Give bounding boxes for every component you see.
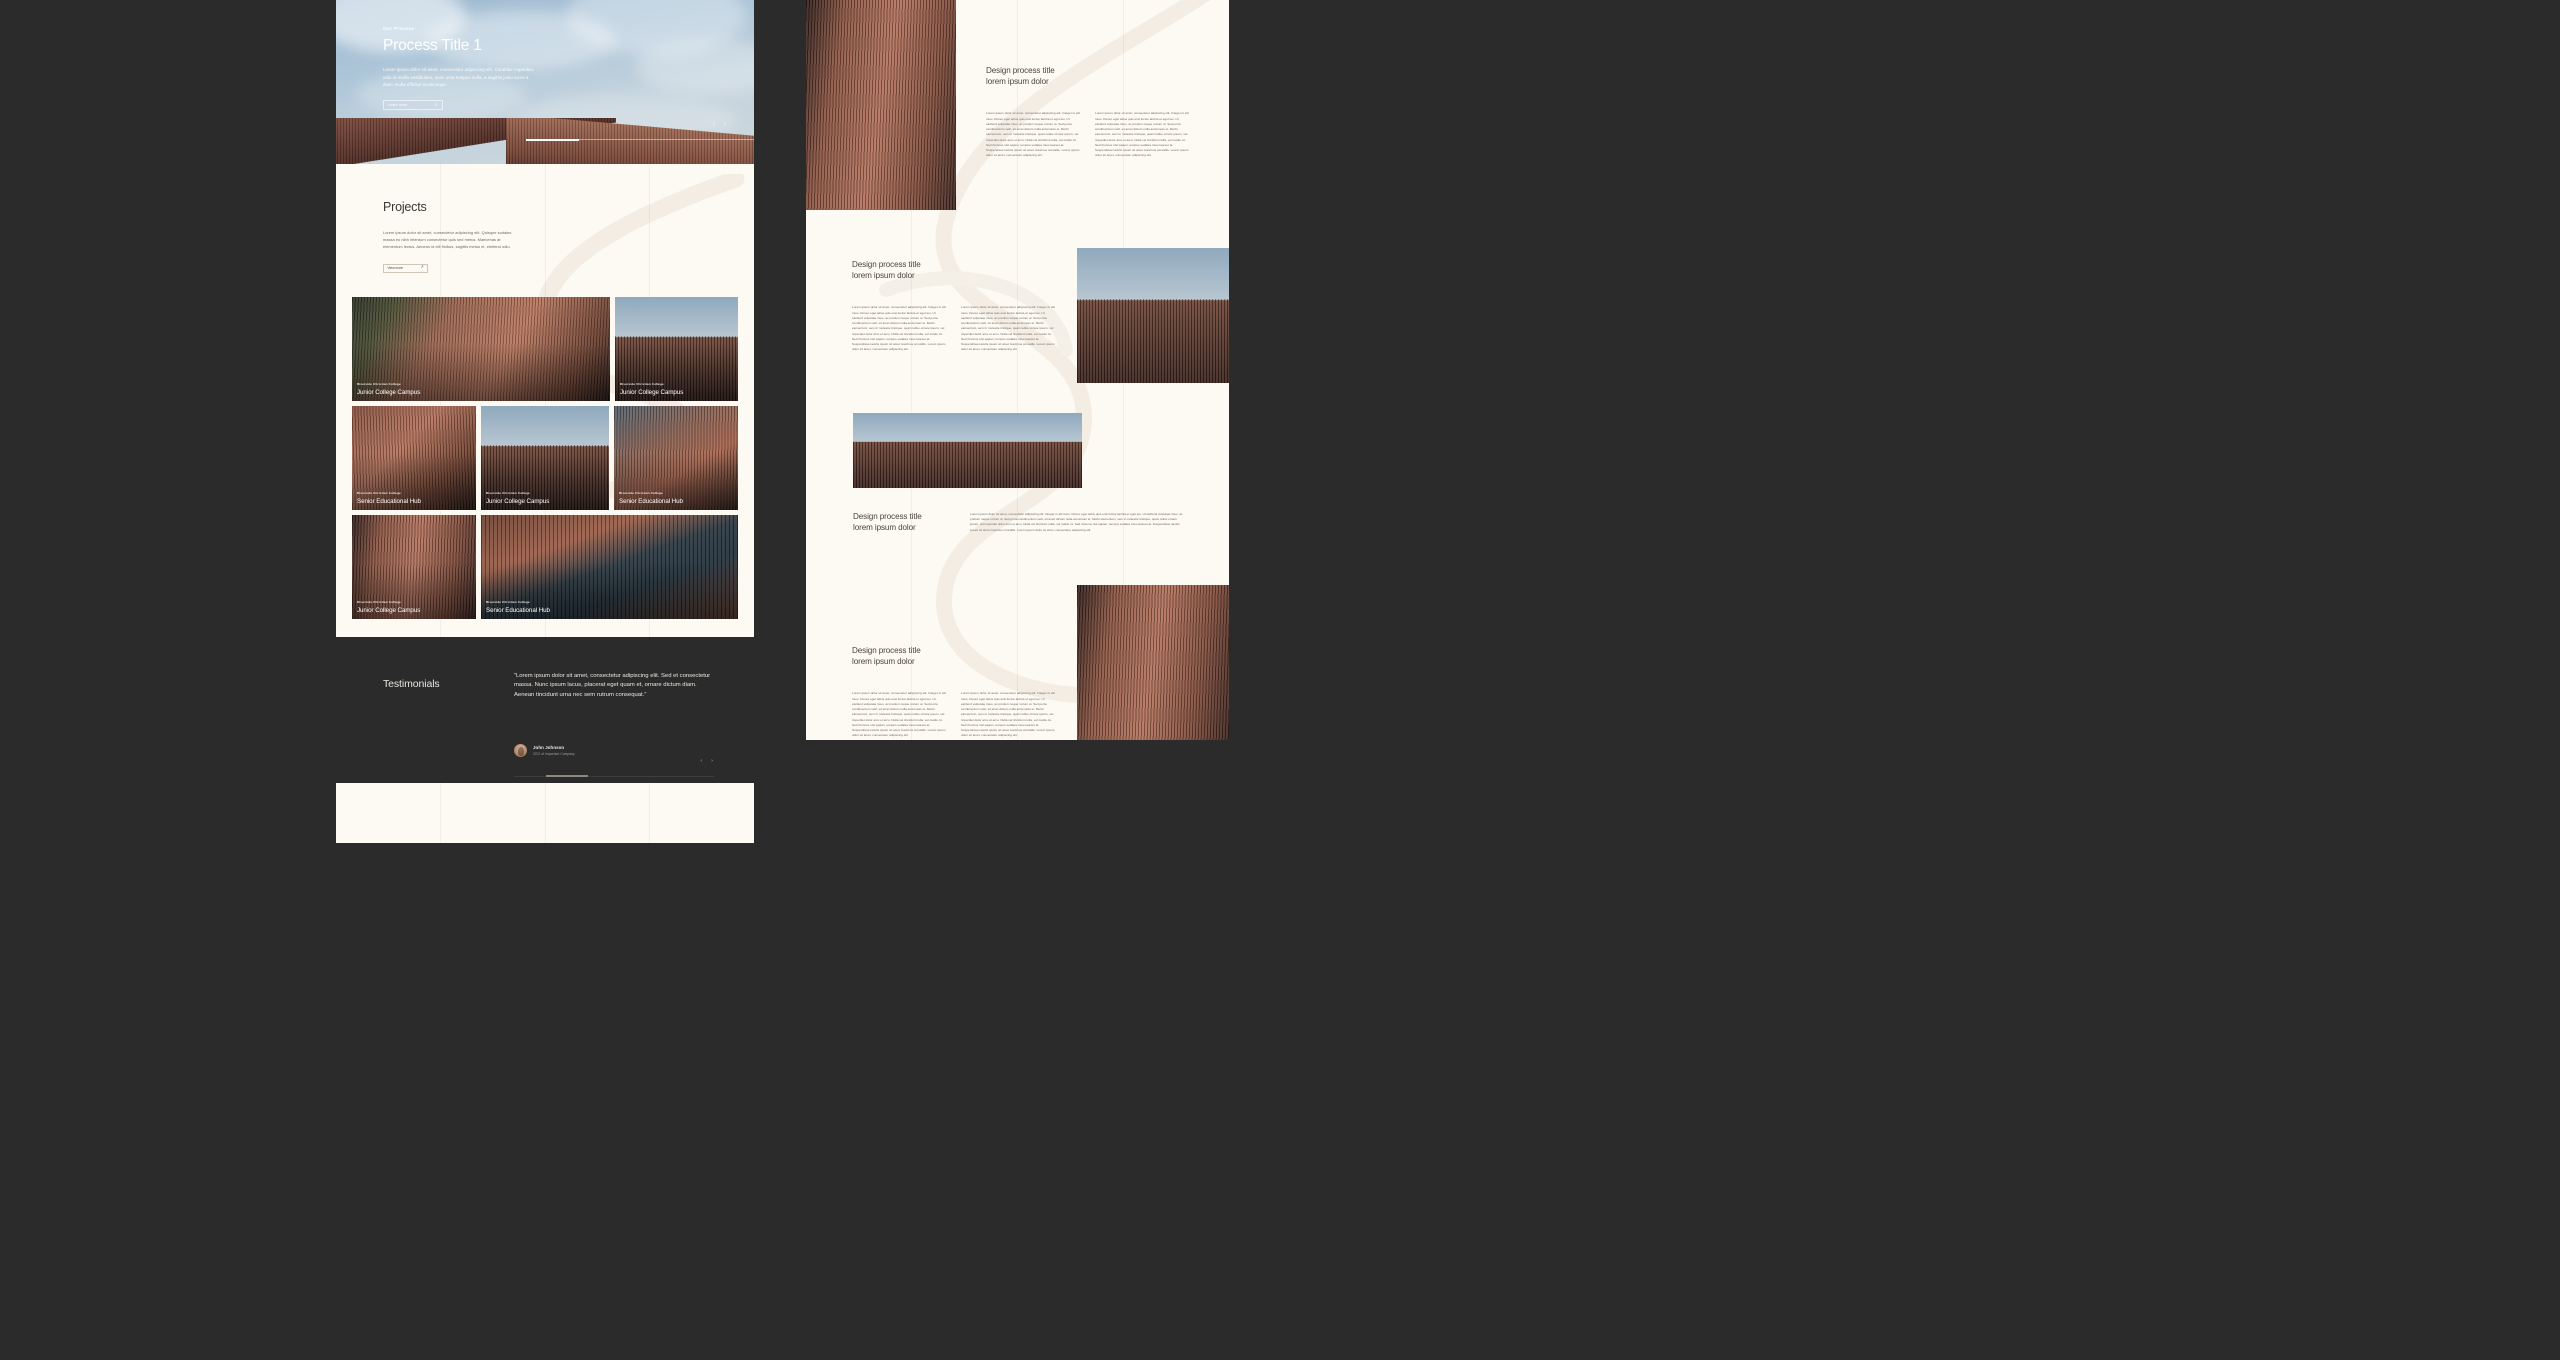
section-title-line1: Design process title xyxy=(986,66,1055,75)
projects-cta-label: View more xyxy=(387,266,404,271)
project-kicker: Riverside Christian College xyxy=(619,491,663,496)
projects-header: Projects Lorem ipsum dolor sit amet, con… xyxy=(336,164,754,273)
hero-carousel-nav[interactable]: ‹ › xyxy=(713,122,726,128)
footer-artboard-peek xyxy=(336,782,754,843)
section-2: Design process title lorem ipsum dolor L… xyxy=(852,260,1056,352)
project-card[interactable]: Riverside Christian College Junior Colle… xyxy=(352,296,610,401)
section-title-line1: Design process title xyxy=(853,512,922,521)
testimonial-author: John Johnson CEO of Important Company xyxy=(514,743,575,757)
arrow-up-right-icon: ↗ xyxy=(434,102,438,108)
hero-content: Our Process Process Title 1 Lorem ipsum … xyxy=(383,26,643,111)
projects-grid-row: Riverside Christian College Junior Colle… xyxy=(352,296,738,401)
project-card[interactable]: Riverside Christian College Junior Colle… xyxy=(481,405,609,510)
project-kicker: Riverside Christian College xyxy=(486,491,530,496)
testimonial-carousel-nav[interactable]: ‹ › xyxy=(700,758,713,765)
avatar xyxy=(514,743,527,757)
hero-carousel-progress[interactable] xyxy=(526,138,754,141)
section-title-line2: lorem ipsum dolor xyxy=(852,656,915,666)
project-kicker: Riverside Christian College xyxy=(357,382,401,387)
projects-grid: Riverside Christian College Junior Colle… xyxy=(352,296,738,619)
section-title: Design process title lorem ipsum dolor xyxy=(853,512,948,533)
projects-grid-row: Riverside Christian College Junior Colle… xyxy=(352,514,738,619)
project-card[interactable]: Riverside Christian College Junior Colle… xyxy=(615,296,738,401)
project-card[interactable]: Riverside Christian College Senior Educa… xyxy=(352,405,476,510)
hero-title: Process Title 1 xyxy=(383,37,482,54)
section-body-column: Lorem ipsum dolor sit amet, consectetur … xyxy=(852,691,946,738)
chevron-left-icon[interactable]: ‹ xyxy=(713,122,715,128)
project-name: Senior Educational Hub xyxy=(357,497,421,505)
projects-view-more-button[interactable]: View more ↗ xyxy=(383,263,428,273)
section-body-wide: Lorem ipsum dolor sit amet, consectetur … xyxy=(970,512,1183,532)
right-page-artboard: Design process title lorem ipsum dolor L… xyxy=(806,0,1229,740)
section-title: Design process title lorem ipsum dolor xyxy=(852,260,1056,281)
project-card[interactable]: Riverside Christian College Junior Colle… xyxy=(352,514,476,619)
project-name: Junior College Campus xyxy=(357,606,421,614)
section-body-column: Lorem ipsum dolor sit amet, consectetur … xyxy=(852,305,946,352)
hero-eyebrow: Our Process xyxy=(383,26,415,31)
section-title: Design process title lorem ipsum dolor xyxy=(852,646,1056,667)
design-canvas: Our Process Process Title 1 Lorem ipsum … xyxy=(0,0,2560,1360)
hero-learn-more-button[interactable]: Learn more ↗ xyxy=(383,100,443,111)
project-kicker: Riverside Christian College xyxy=(357,600,401,605)
testimonial-quote: “Lorem ipsum dolor sit amet, consectetur… xyxy=(514,672,711,698)
chevron-right-icon[interactable]: › xyxy=(711,758,713,765)
project-card[interactable]: Riverside Christian College Senior Educa… xyxy=(614,405,738,510)
section-body-column: Lorem ipsum dolor sit amet, consectetur … xyxy=(1095,111,1189,158)
section-title-line1: Design process title xyxy=(852,260,921,269)
project-name: Junior College Campus xyxy=(486,497,550,505)
projects-description: Lorem ipsum dolor sit amet, consectetur … xyxy=(383,230,512,249)
section-3: Design process title lorem ipsum dolor L… xyxy=(853,512,1203,533)
project-name: Junior College Campus xyxy=(357,388,421,396)
author-name: John Johnson xyxy=(533,745,565,751)
hero-cta-label: Learn more xyxy=(388,103,408,108)
hero-building-photo xyxy=(336,118,754,164)
section-title-line2: lorem ipsum dolor xyxy=(986,76,1049,86)
hero-section: Our Process Process Title 1 Lorem ipsum … xyxy=(336,0,754,164)
projects-grid-row: Riverside Christian College Senior Educa… xyxy=(352,405,738,510)
projects-title: Projects xyxy=(383,200,427,214)
section-4: Design process title lorem ipsum dolor L… xyxy=(852,646,1056,738)
chevron-left-icon[interactable]: ‹ xyxy=(700,758,702,765)
project-card[interactable]: Riverside Christian College Senior Educa… xyxy=(481,514,738,619)
section-title-line2: lorem ipsum dolor xyxy=(852,270,915,280)
section-body-column: Lorem ipsum dolor sit amet, consectetur … xyxy=(961,305,1055,352)
section-image xyxy=(1077,248,1229,383)
section-body-column: Lorem ipsum dolor sit amet, consectetur … xyxy=(961,691,1055,738)
project-name: Junior College Campus xyxy=(620,388,684,396)
section-image xyxy=(853,413,1082,488)
section-1: Design process title lorem ipsum dolor L… xyxy=(986,66,1190,158)
testimonials-section: Testimonials “Lorem ipsum dolor sit amet… xyxy=(336,636,754,783)
decorative-swirl xyxy=(346,805,546,843)
section-title-line2: lorem ipsum dolor xyxy=(853,522,916,532)
arrow-up-right-icon: ↗ xyxy=(420,265,424,270)
testimonials-title: Testimonials xyxy=(383,677,440,690)
section-title: Design process title lorem ipsum dolor xyxy=(986,66,1190,87)
project-kicker: Riverside Christian College xyxy=(486,600,530,605)
project-name: Senior Educational Hub xyxy=(619,497,683,505)
hero-description: Lorem ipsum dolor sit amet, consectetur … xyxy=(383,67,535,88)
project-kicker: Riverside Christian College xyxy=(620,382,664,387)
author-role: CEO of Important Company xyxy=(533,751,575,756)
section-image xyxy=(806,0,956,210)
section-body-column: Lorem ipsum dolor sit amet, consectetur … xyxy=(986,111,1080,158)
left-page-artboard: Our Process Process Title 1 Lorem ipsum … xyxy=(336,0,754,1360)
projects-section: Projects Lorem ipsum dolor sit amet, con… xyxy=(336,164,754,637)
chevron-right-icon[interactable]: › xyxy=(724,122,726,128)
section-title-line1: Design process title xyxy=(852,646,921,655)
project-kicker: Riverside Christian College xyxy=(357,491,401,496)
column-guides xyxy=(336,782,754,843)
testimonial-carousel-progress[interactable] xyxy=(514,775,714,778)
section-image xyxy=(1077,585,1229,740)
project-name: Senior Educational Hub xyxy=(486,606,550,614)
